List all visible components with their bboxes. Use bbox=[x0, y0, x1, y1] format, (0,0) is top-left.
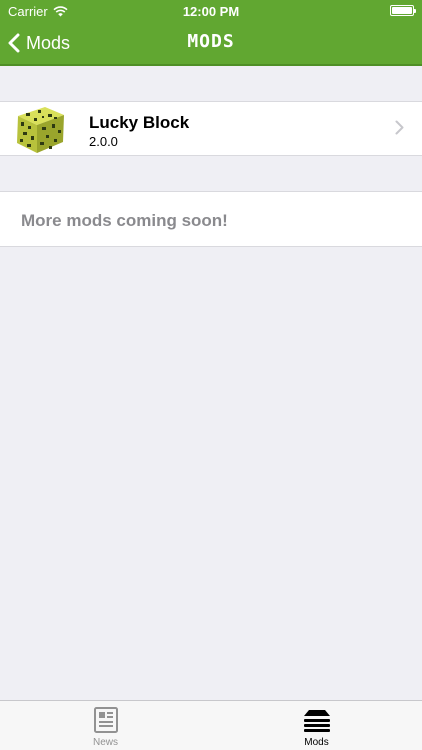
mod-version: 2.0.0 bbox=[89, 134, 118, 149]
mod-list-item[interactable]: Lucky Block 2.0.0 bbox=[0, 101, 422, 156]
top-bar: Carrier 12:00 PM Mods MODS bbox=[0, 0, 422, 66]
tab-news[interactable]: News bbox=[0, 701, 211, 750]
coming-soon-text: More mods coming soon! bbox=[21, 211, 228, 230]
stack-icon bbox=[303, 710, 330, 732]
chevron-right-icon bbox=[395, 120, 404, 135]
page-title: MODS bbox=[187, 31, 235, 52]
newspaper-icon bbox=[93, 707, 118, 733]
lucky-block-thumbnail bbox=[17, 107, 64, 153]
mod-name: Lucky Block bbox=[89, 113, 190, 132]
battery-icon bbox=[390, 5, 416, 16]
tab-mods[interactable]: Mods bbox=[211, 701, 422, 750]
app-screen: Carrier 12:00 PM Mods MODS Lucky Block 2… bbox=[0, 0, 422, 750]
tab-bar: News Mods bbox=[0, 700, 422, 750]
navigation-bar: Mods MODS bbox=[0, 22, 422, 64]
status-time: 12:00 PM bbox=[182, 4, 240, 19]
tab-news-label: News bbox=[92, 737, 118, 748]
coming-soon-row: More mods coming soon! bbox=[0, 191, 422, 247]
status-bar: Carrier 12:00 PM bbox=[0, 0, 422, 22]
tab-mods-label: Mods bbox=[304, 737, 329, 748]
